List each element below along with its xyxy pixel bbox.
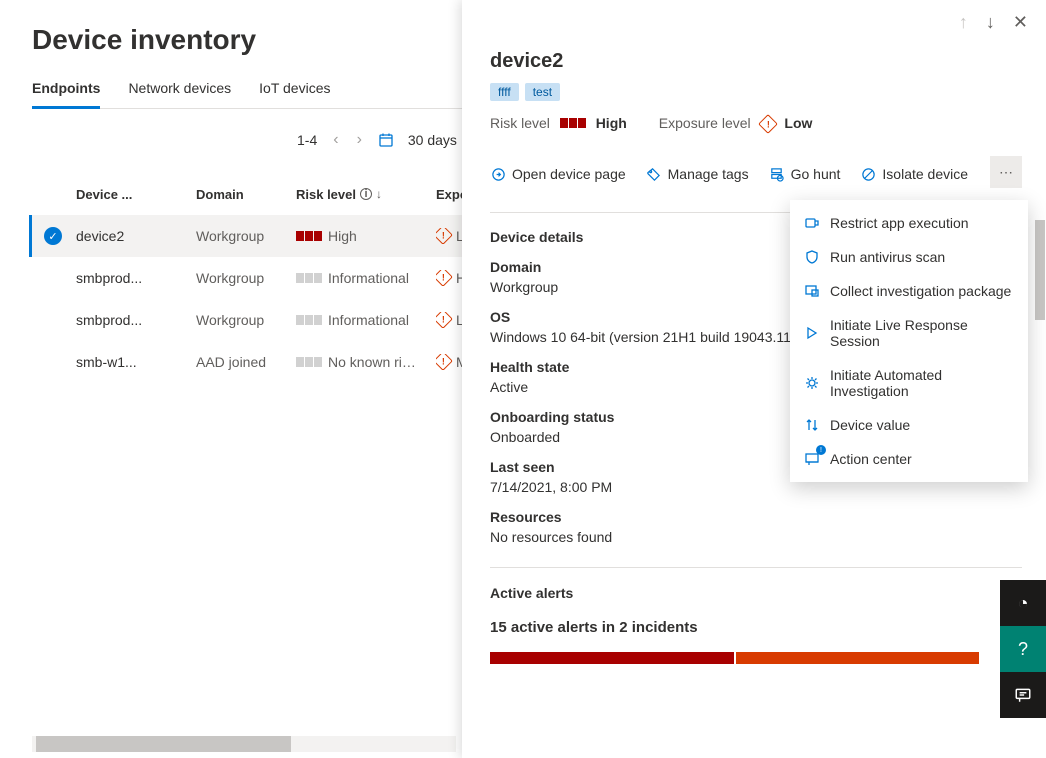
risk-bars-icon [296, 231, 322, 241]
tag[interactable]: ffff [490, 83, 519, 101]
cell-domain: Workgroup [196, 270, 296, 286]
feedback-button[interactable]: ◔ [1000, 580, 1046, 626]
menu-automated-investigation[interactable]: Initiate Automated Investigation [790, 358, 1028, 408]
selected-check-icon[interactable]: ✓ [44, 227, 62, 245]
exposure-warning-icon [436, 354, 453, 370]
cell-domain: Workgroup [196, 228, 296, 244]
cell-risk: Informational [296, 312, 436, 328]
play-icon [804, 325, 820, 341]
pager-range: 1-4 [297, 132, 317, 148]
exposure-warning-icon [436, 270, 453, 286]
close-icon[interactable]: ✕ [1013, 12, 1028, 33]
chat-button[interactable] [1000, 672, 1046, 718]
isolate-icon [860, 167, 876, 182]
menu-antivirus[interactable]: Run antivirus scan [790, 240, 1028, 274]
panel-title: device2 [490, 50, 1022, 73]
restrict-icon [804, 215, 820, 231]
open-device-page-button[interactable]: Open device page [490, 166, 626, 182]
field-resources: Resources No resources found [490, 509, 1022, 545]
nav-down-icon[interactable]: ↓ [986, 12, 995, 33]
col-risk[interactable]: Risk level i ↓ [296, 187, 436, 202]
exposure-warning-icon [436, 228, 453, 244]
risk-level: Risk level High [490, 115, 627, 132]
sort-icon [804, 417, 820, 433]
cell-device: smbprod... [76, 312, 196, 328]
floating-actions: ◔ ? [1000, 580, 1046, 718]
shield-icon [804, 249, 820, 265]
cell-device: device2 [76, 228, 196, 244]
menu-device-value[interactable]: Device value [790, 408, 1028, 442]
tag[interactable]: test [525, 83, 560, 101]
severity-medium-segment [736, 652, 980, 664]
panel-action-bar: Open device page Manage tags Go hunt Iso… [490, 158, 1022, 190]
action-center-icon: ! [804, 451, 820, 467]
horizontal-scrollbar[interactable] [32, 736, 456, 752]
levels-row: Risk level High Exposure level Low [490, 115, 1022, 132]
col-domain[interactable]: Domain [196, 187, 296, 202]
exposure-level: Exposure level Low [659, 115, 813, 132]
panel-scrollbar-thumb[interactable] [1035, 220, 1045, 320]
tab-endpoints[interactable]: Endpoints [32, 80, 100, 109]
gear-icon [804, 375, 820, 391]
pager-prev-icon[interactable]: ‹ [331, 131, 340, 149]
menu-action-center[interactable]: ! Action center [790, 442, 1028, 476]
menu-collect-package[interactable]: Collect investigation package [790, 274, 1028, 308]
col-device[interactable]: Device ... [76, 187, 196, 202]
scrollbar-thumb[interactable] [36, 736, 290, 752]
calendar-icon[interactable] [378, 132, 394, 148]
help-button[interactable]: ? [1000, 626, 1046, 672]
menu-restrict-app[interactable]: Restrict app execution [790, 206, 1028, 240]
info-icon: i [360, 188, 372, 200]
tags: ffff test [490, 83, 1022, 101]
time-filter[interactable]: 30 days [408, 132, 457, 148]
pager-next-icon[interactable]: › [355, 131, 364, 149]
alerts-summary: 15 active alerts in 2 incidents [490, 619, 1022, 636]
risk-bars-icon [296, 273, 322, 283]
more-actions-button[interactable]: ⋯ [990, 156, 1022, 188]
alerts-severity-bar [490, 652, 979, 664]
cell-device: smb-w1... [76, 354, 196, 370]
risk-bars-icon [296, 315, 322, 325]
active-alerts-header[interactable]: Active alerts ⌃ [490, 584, 1022, 601]
cell-device: smbprod... [76, 270, 196, 286]
risk-bars-icon [296, 357, 322, 367]
package-icon [804, 283, 820, 299]
exposure-warning-icon [758, 114, 778, 134]
nav-up-icon[interactable]: ↑ [959, 12, 968, 33]
notification-badge-icon: ! [816, 445, 826, 455]
exposure-warning-icon [436, 312, 453, 328]
cell-risk: High [296, 228, 436, 244]
panel-window-controls: ↑ ↓ ✕ [959, 12, 1028, 33]
risk-bars-icon [560, 118, 586, 128]
manage-tags-button[interactable]: Manage tags [646, 166, 749, 182]
tab-network-devices[interactable]: Network devices [128, 80, 231, 109]
severity-high-segment [490, 652, 734, 664]
tab-iot-devices[interactable]: IoT devices [259, 80, 330, 109]
hunt-icon [769, 167, 785, 182]
cell-risk: No known risks.. [296, 354, 436, 370]
external-link-icon [490, 167, 506, 182]
sort-down-icon: ↓ [376, 187, 382, 201]
isolate-device-button[interactable]: Isolate device [860, 166, 968, 182]
cell-domain: Workgroup [196, 312, 296, 328]
go-hunt-button[interactable]: Go hunt [769, 166, 841, 182]
menu-live-response[interactable]: Initiate Live Response Session [790, 308, 1028, 358]
cell-risk: Informational [296, 270, 436, 286]
cell-domain: AAD joined [196, 354, 296, 370]
more-actions-menu: Restrict app execution Run antivirus sca… [790, 200, 1028, 482]
tag-icon [646, 167, 662, 182]
